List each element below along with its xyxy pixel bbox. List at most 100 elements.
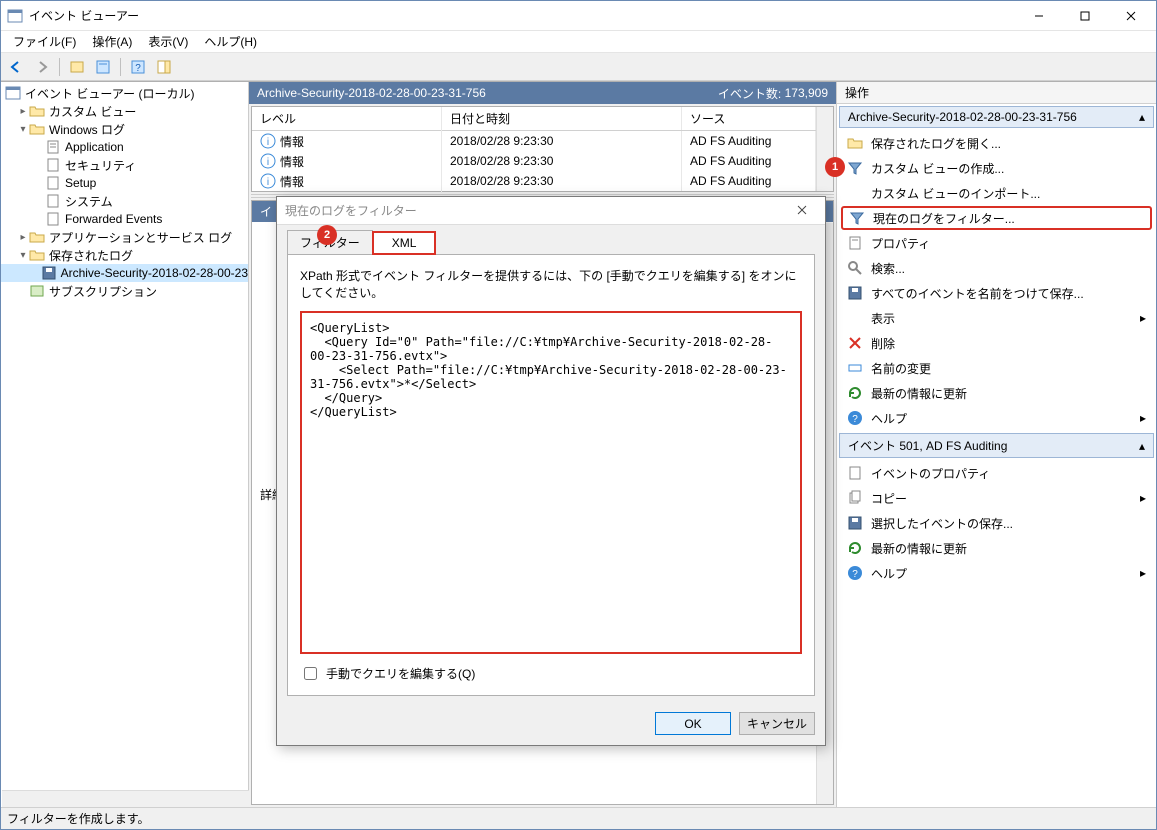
nav-back-button[interactable] [5,56,27,78]
ok-button[interactable]: OK [655,712,731,735]
collapse-icon[interactable]: ▾ [17,250,29,261]
menu-view[interactable]: 表示(V) [140,31,196,52]
action-view[interactable]: 表示▸ [841,306,1152,330]
action-filter-current-log[interactable]: 現在のログをフィルター... [841,206,1152,230]
tree-label: Windows ログ [49,121,125,138]
action-open-saved-log[interactable]: 保存されたログを開く... [841,131,1152,155]
info-icon: i [260,173,276,189]
tree-windows-logs[interactable]: ▾ Windows ログ [1,120,248,138]
manual-edit-checkbox[interactable] [304,667,317,680]
action-import-custom-view[interactable]: カスタム ビューのインポート... [841,181,1152,205]
app-icon [5,85,21,101]
xml-instruction: XPath 形式でイベント フィルターを提供するには、下の [手動でクエリを編集… [300,267,802,301]
menu-action[interactable]: 操作(A) [84,31,140,52]
list-row[interactable]: i情報 2018/02/28 9:23:30 AD FS Auditing [252,131,816,151]
properties-icon [847,465,863,481]
action-properties[interactable]: プロパティ [841,231,1152,255]
col-level[interactable]: レベル [252,107,442,130]
action-save-all-events[interactable]: すべてのイベントを名前をつけて保存... [841,281,1152,305]
list-row[interactable]: i情報 2018/02/28 9:23:30 AD FS Auditing [252,171,816,191]
xml-query-box[interactable]: <QueryList> <Query Id="0" Path="file://C… [300,311,802,654]
tree-label: Setup [65,176,96,190]
action-label: ヘルプ [871,565,907,582]
action-create-custom-view[interactable]: カスタム ビューの作成... [841,156,1152,180]
vertical-scrollbar[interactable] [816,107,833,191]
tree-setup[interactable]: Setup [1,174,248,192]
action-label: 名前の変更 [871,360,931,377]
cell-source: AD FS Auditing [682,131,816,151]
action-copy[interactable]: コピー▸ [841,486,1152,510]
tree-root[interactable]: イベント ビューアー (ローカル) [1,84,248,102]
search-icon [847,260,863,276]
help-icon: ? [847,410,863,426]
manual-edit-checkbox-row[interactable]: 手動でクエリを編集する(Q) [300,664,802,683]
action-refresh[interactable]: 最新の情報に更新 [841,381,1152,405]
action-rename[interactable]: 名前の変更 [841,356,1152,380]
window-controls [1016,1,1154,31]
action-help[interactable]: ?ヘルプ▸ [841,406,1152,430]
tree-application[interactable]: Application [1,138,248,156]
tree-app-service[interactable]: ▸アプリケーションとサービス ログ [1,228,248,246]
tree-saved-logs[interactable]: ▾保存されたログ [1,246,248,264]
folder-icon [29,121,45,137]
tree-security[interactable]: セキュリティ [1,156,248,174]
tree-custom-views[interactable]: ▸カスタム ビュー [1,102,248,120]
collapse-icon[interactable]: ▾ [17,124,29,135]
cell-level: 情報 [280,173,304,190]
expand-icon[interactable]: ▸ [17,106,29,117]
col-date[interactable]: 日付と時刻 [442,107,682,130]
dialog-close-button[interactable] [787,204,817,218]
action-pane-button[interactable] [153,56,175,78]
properties-button[interactable] [92,56,114,78]
blank-icon [847,310,863,326]
cancel-button[interactable]: キャンセル [739,712,815,735]
action-label: ヘルプ [871,410,907,427]
action-label: カスタム ビューのインポート... [871,185,1040,202]
close-button[interactable] [1108,1,1154,31]
action-label: 保存されたログを開く... [871,135,1001,152]
app-window: イベント ビューアー ファイル(F) 操作(A) 表示(V) ヘルプ(H) ? … [0,0,1157,830]
expand-icon[interactable]: ▸ [17,232,29,243]
svg-text:?: ? [852,414,858,425]
annotation-badge-2: 2 [317,225,337,245]
tree-label: Application [65,140,124,154]
action-find[interactable]: 検索... [841,256,1152,280]
rename-icon [847,360,863,376]
action-help-event[interactable]: ?ヘルプ▸ [841,561,1152,585]
show-hide-tree-button[interactable] [66,56,88,78]
minimize-button[interactable] [1016,1,1062,31]
toolbar: ? [1,53,1156,81]
help-button[interactable]: ? [127,56,149,78]
tree-saved-file[interactable]: Archive-Security-2018-02-28-00-23 [1,264,248,282]
list-row[interactable]: i情報 2018/02/28 9:23:30 AD FS Auditing [252,151,816,171]
menu-file[interactable]: ファイル(F) [5,31,84,52]
open-folder-icon [847,135,863,151]
action-refresh-event[interactable]: 最新の情報に更新 [841,536,1152,560]
horizontal-scrollbar[interactable] [2,790,249,807]
action-label: 選択したイベントの保存... [871,515,1013,532]
tree-system[interactable]: システム [1,192,248,210]
action-label: カスタム ビューの作成... [871,160,1004,177]
folder-icon [29,247,45,263]
action-label: プロパティ [871,235,930,252]
svg-text:i: i [267,137,269,148]
maximize-button[interactable] [1062,1,1108,31]
nav-tree[interactable]: イベント ビューアー (ローカル) ▸カスタム ビュー ▾Windows ログ … [1,82,248,302]
collapse-icon[interactable]: ▴ [1139,439,1145,453]
action-save-selected[interactable]: 選択したイベントの保存... [841,511,1152,535]
save-icon [847,515,863,531]
tree-subscriptions[interactable]: サブスクリプション [1,282,248,300]
action-delete[interactable]: 削除 [841,331,1152,355]
help-icon: ? [847,565,863,581]
col-source[interactable]: ソース [682,107,816,130]
nav-forward-button[interactable] [31,56,53,78]
action-group-event[interactable]: イベント 501, AD FS Auditing ▴ [839,433,1154,458]
action-group-log[interactable]: Archive-Security-2018-02-28-00-23-31-756… [839,106,1154,128]
collapse-icon[interactable]: ▴ [1139,110,1145,124]
menubar: ファイル(F) 操作(A) 表示(V) ヘルプ(H) [1,31,1156,53]
tree-forwarded[interactable]: Forwarded Events [1,210,248,228]
menu-help[interactable]: ヘルプ(H) [196,31,265,52]
action-event-properties[interactable]: イベントのプロパティ [841,461,1152,485]
filter-dialog: 現在のログをフィルター フィルター XML 2 XPath 形式でイベント フィ… [276,196,826,746]
tab-xml[interactable]: XML [372,231,437,255]
